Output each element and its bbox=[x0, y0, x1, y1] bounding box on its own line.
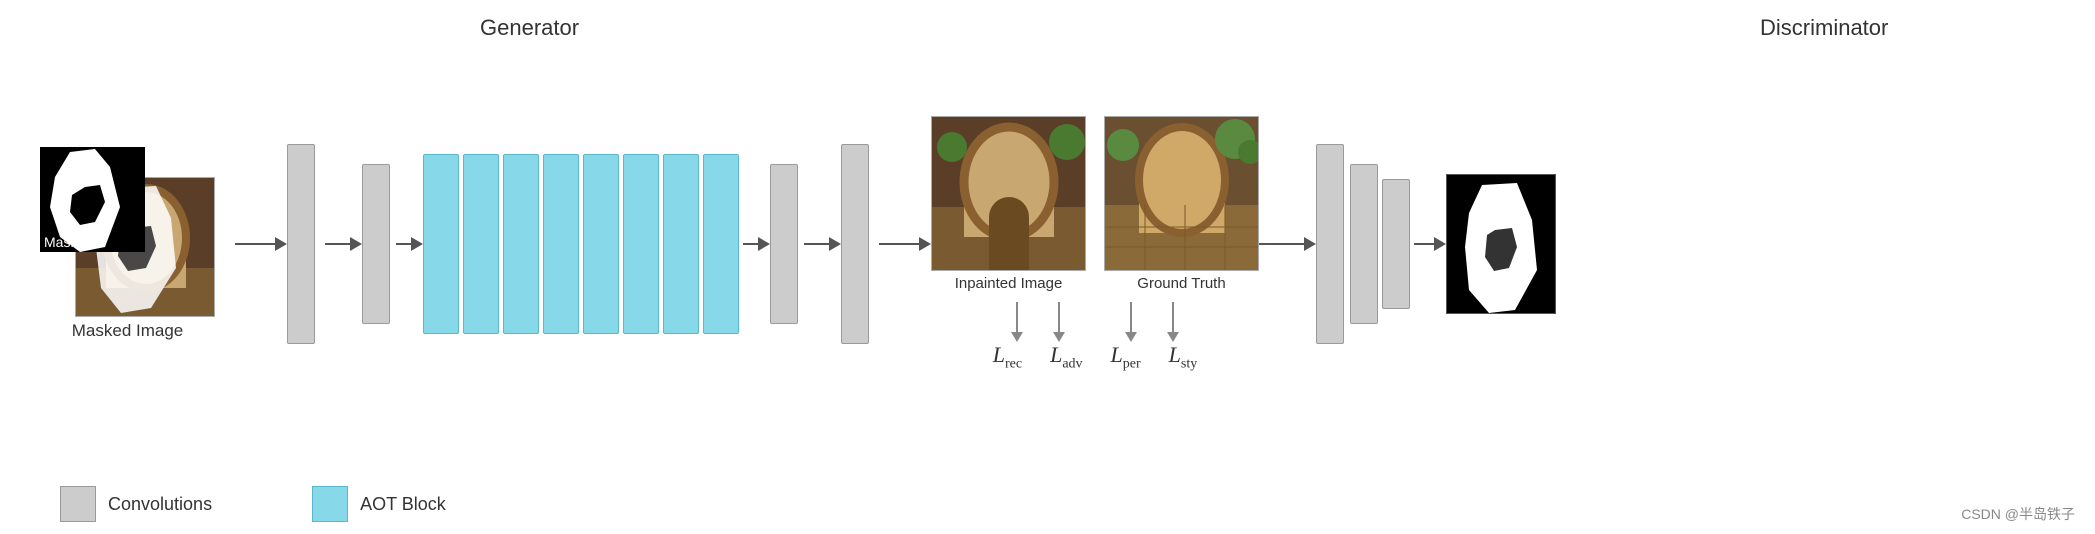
arrow-head-6 bbox=[919, 237, 931, 251]
aot-block-5 bbox=[583, 154, 619, 334]
discriminator-label: Discriminator bbox=[1760, 15, 1888, 41]
inpainted-svg bbox=[932, 117, 1086, 271]
arrow-head-1 bbox=[275, 237, 287, 251]
arrow-line-3 bbox=[396, 243, 411, 245]
diagram-container: Generator Discriminator Mask bbox=[0, 0, 2095, 534]
loss-adv: Ladv bbox=[1050, 342, 1082, 372]
legend-aot-label: AOT Block bbox=[360, 494, 446, 515]
loss-per-sub: per bbox=[1123, 356, 1141, 371]
arrow-head-output bbox=[1434, 237, 1446, 251]
main-area: Generator Discriminator Mask bbox=[0, 0, 2095, 478]
arrow-disc bbox=[1259, 237, 1316, 251]
disc-conv-2 bbox=[1350, 164, 1378, 324]
arrow-line-5 bbox=[804, 243, 829, 245]
disc-conv-1 bbox=[1316, 144, 1344, 344]
arrow-2 bbox=[325, 237, 362, 251]
ground-truth-section: Ground Truth bbox=[1104, 116, 1259, 292]
aot-block-4 bbox=[543, 154, 579, 334]
arrow-output bbox=[1414, 237, 1446, 251]
arrow-5 bbox=[804, 237, 841, 251]
watermark: CSDN @半岛铁子 bbox=[1961, 504, 2075, 524]
inpainted-image bbox=[931, 116, 1086, 271]
disc-conv-3 bbox=[1382, 179, 1410, 309]
input-section: Mask bbox=[40, 147, 215, 341]
legend-conv-box bbox=[60, 486, 96, 522]
aot-block-1 bbox=[423, 154, 459, 334]
arrow-4 bbox=[743, 237, 770, 251]
arrow-head-disc bbox=[1304, 237, 1316, 251]
inpainted-section: Inpainted Image bbox=[931, 116, 1086, 292]
arrow-line-4 bbox=[743, 243, 758, 245]
loss-arrow-2 bbox=[1053, 302, 1065, 342]
output-images: Inpainted Image bbox=[931, 116, 1259, 292]
loss-arrows-section bbox=[1011, 302, 1179, 342]
aot-block-8 bbox=[703, 154, 739, 334]
arrow-line-output bbox=[1414, 243, 1434, 245]
output-section: Inpainted Image bbox=[931, 116, 1259, 372]
loss-per: Lper bbox=[1111, 342, 1141, 372]
loss-arrow-1 bbox=[1011, 302, 1023, 342]
arrow-line-1 bbox=[235, 243, 275, 245]
aot-block-2 bbox=[463, 154, 499, 334]
mask-image: Mask bbox=[40, 147, 145, 252]
aot-block-7 bbox=[663, 154, 699, 334]
legend-aot: AOT Block bbox=[312, 486, 446, 522]
loss-sty-sub: sty bbox=[1181, 356, 1197, 371]
loss-labels: Lrec Ladv Lper Lsty bbox=[993, 342, 1198, 372]
disc-output-image bbox=[1446, 174, 1556, 314]
arrow-6 bbox=[879, 237, 931, 251]
arrow-head-2 bbox=[350, 237, 362, 251]
arrow-line-2 bbox=[325, 243, 350, 245]
aot-blocks-group bbox=[423, 154, 739, 334]
arrow-head-5 bbox=[829, 237, 841, 251]
legend-aot-box bbox=[312, 486, 348, 522]
legend-conv-label: Convolutions bbox=[108, 494, 212, 515]
ground-truth-image bbox=[1104, 116, 1259, 271]
bottom-legend: Convolutions AOT Block bbox=[0, 478, 2095, 534]
disc-output-svg bbox=[1447, 175, 1556, 314]
inpainted-label: Inpainted Image bbox=[955, 275, 1063, 292]
loss-arrow-3 bbox=[1125, 302, 1137, 342]
arrow-line-6 bbox=[879, 243, 919, 245]
gt-svg bbox=[1105, 117, 1259, 271]
decoder-conv-2 bbox=[841, 144, 869, 344]
loss-sty: Lsty bbox=[1169, 342, 1198, 372]
encoder-conv-2 bbox=[362, 164, 390, 324]
decoder-conv-1 bbox=[770, 164, 798, 324]
arrow-1 bbox=[235, 237, 287, 251]
encoder-conv-1 bbox=[287, 144, 315, 344]
generator-label: Generator bbox=[480, 15, 579, 41]
arrow-head-3 bbox=[411, 237, 423, 251]
disc-inner-blocks bbox=[1350, 164, 1410, 324]
masked-image-label: Masked Image bbox=[72, 321, 184, 341]
aot-block-3 bbox=[503, 154, 539, 334]
loss-arrow-4 bbox=[1167, 302, 1179, 342]
arrow-head-4 bbox=[758, 237, 770, 251]
loss-rec: Lrec bbox=[993, 342, 1022, 372]
mask-label: Mask bbox=[40, 232, 81, 252]
loss-adv-sub: adv bbox=[1062, 356, 1082, 371]
arrow-3 bbox=[396, 237, 423, 251]
arrow-line-disc bbox=[1259, 243, 1304, 245]
ground-truth-label: Ground Truth bbox=[1137, 275, 1225, 292]
aot-block-6 bbox=[623, 154, 659, 334]
legend-conv: Convolutions bbox=[60, 486, 212, 522]
image-stack: Mask bbox=[40, 147, 215, 317]
loss-rec-sub: rec bbox=[1005, 356, 1022, 371]
